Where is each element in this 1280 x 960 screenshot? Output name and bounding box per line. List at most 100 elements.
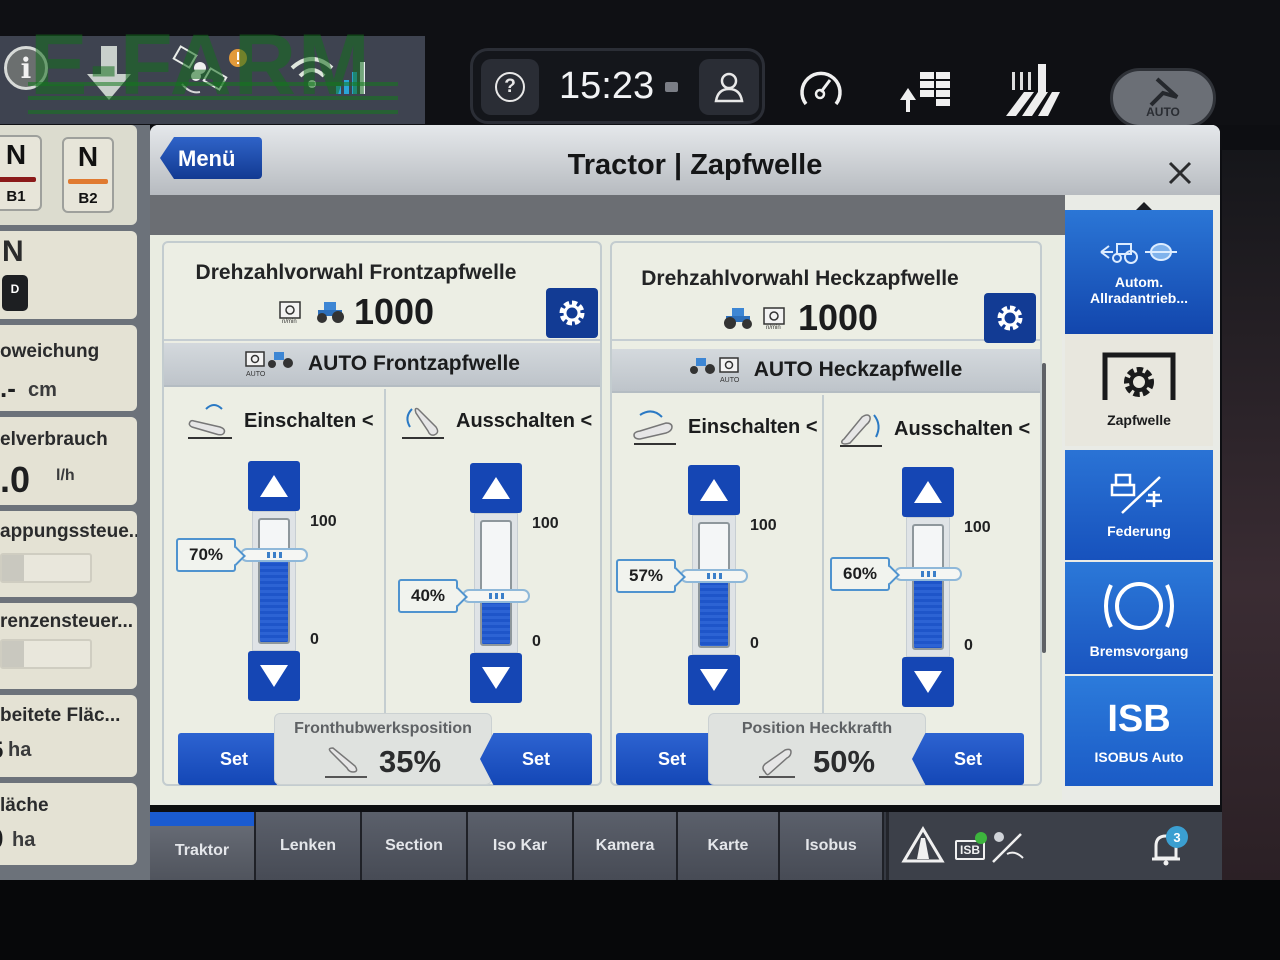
rear-auto-pto-header: AUTO AUTO Heckzapfwelle <box>612 349 1040 393</box>
front-rpm-settings-button[interactable] <box>546 288 598 338</box>
rear-set-right-button[interactable]: Set <box>912 733 1024 785</box>
slider-inner <box>698 522 730 648</box>
tab-section[interactable]: Section <box>362 812 468 880</box>
headland-sequence-icon[interactable] <box>898 70 954 112</box>
slider-track[interactable] <box>474 513 518 653</box>
valve-state: N <box>5 139 27 170</box>
slider-inner <box>480 520 512 646</box>
widget-area[interactable]: läche 0 ha <box>0 783 137 865</box>
widget-deviation[interactable]: oweichung .- cm <box>0 325 137 411</box>
front-disengage-header[interactable]: Ausschalten < <box>400 403 592 439</box>
front-disengage-slider[interactable]: 100 0 40% <box>398 463 559 703</box>
tab-kamera[interactable]: Kamera <box>574 812 678 880</box>
slider-track[interactable] <box>692 515 736 655</box>
road-warning-icon[interactable] <box>901 826 945 864</box>
arrow-down-icon <box>914 671 942 693</box>
auto-guidance-button[interactable]: AUTO <box>1110 68 1216 128</box>
speedometer-icon[interactable] <box>798 66 844 110</box>
window-header: Menü Tractor | Zapfwelle <box>150 125 1220 195</box>
front-engage-slider[interactable]: 100 0 70% <box>176 461 337 701</box>
tile-isobus-auto[interactable]: ISB ISOBUS Auto <box>1065 676 1213 786</box>
slider-decrease-button[interactable] <box>248 651 300 701</box>
rear-disengage-label: Ausschalten < <box>894 417 1031 440</box>
slider-thumb[interactable] <box>462 588 530 603</box>
slider-thumb[interactable] <box>894 567 962 582</box>
remote-valves-widget[interactable]: N B1 N B2 <box>0 125 137 225</box>
gear-icon <box>559 300 585 326</box>
hitch-raise-icon <box>402 407 444 439</box>
tab-lenken[interactable]: Lenken <box>256 812 362 880</box>
slider-inner <box>912 524 944 650</box>
arrow-down-icon <box>700 669 728 691</box>
front-pto-card: Drehzahlvorwahl Frontzapfwelle n/min 100… <box>162 241 602 786</box>
slider-decrease-button[interactable] <box>470 653 522 703</box>
pto-rpm-icon: n/min <box>279 301 301 324</box>
bottom-tab-bar: Traktor Lenken Section Iso Kar Kamera Ka… <box>150 812 1222 880</box>
slider-max-label: 100 <box>964 519 991 536</box>
cylinder-icon <box>0 177 36 182</box>
rear-disengage-header[interactable]: Ausschalten < <box>838 411 1030 447</box>
rear-disengage-slider[interactable]: 100 0 60% <box>830 467 991 707</box>
front-rpm-preselect: Drehzahlvorwahl Frontzapfwelle n/min 100… <box>164 243 600 341</box>
field-icon[interactable] <box>1004 62 1062 118</box>
rear-hitch-position-title: Position Heckkrafth <box>741 720 893 737</box>
front-engage-header[interactable]: Einschalten < <box>188 403 374 439</box>
rear-rpm-settings-button[interactable] <box>984 293 1036 343</box>
remote-valve-b1[interactable]: N B1 <box>0 135 42 211</box>
apps-grid-icon[interactable] <box>404 58 446 100</box>
slider-increase-button[interactable] <box>688 465 740 515</box>
front-rpm-title: Drehzahlvorwahl Frontzapfwelle <box>195 261 517 284</box>
tab-label: Iso Kar <box>492 837 548 854</box>
screen: i E-FARM ? 15:23 AUTO N B1 N B2 N D owei… <box>0 0 1280 960</box>
slider-value-badge: 70% <box>176 538 236 573</box>
camera-icon[interactable] <box>665 82 678 92</box>
tile-pto[interactable]: Zapfwelle <box>1065 334 1213 446</box>
tab-traktor[interactable]: Traktor <box>150 812 256 880</box>
widget-section-control[interactable]: appungssteue... <box>0 511 137 597</box>
slider-min-label: 0 <box>310 631 319 648</box>
hitch-arm-icon <box>324 747 367 778</box>
front-set-right-button[interactable]: Set <box>480 733 592 785</box>
download-icon[interactable] <box>84 44 134 102</box>
gear-icon <box>997 305 1023 331</box>
info-icon[interactable]: i <box>4 46 48 90</box>
close-button[interactable] <box>1162 155 1198 191</box>
tile-auto-4wd[interactable]: Autom. Allradantrieb... <box>1065 210 1213 334</box>
tab-isobus[interactable]: Isobus <box>780 812 884 880</box>
tile-label: Bremsvorgang <box>1089 643 1189 659</box>
widget-boundary-control[interactable]: renzensteuer... <box>0 603 137 689</box>
slider-increase-button[interactable] <box>470 463 522 513</box>
tile-braking[interactable]: Bremsvorgang <box>1065 562 1213 674</box>
slider-thumb[interactable] <box>680 569 748 584</box>
operator-presence-off-icon[interactable] <box>989 830 1025 864</box>
gps-satellite-warning-icon[interactable] <box>172 44 248 100</box>
widget-fuel-consumption[interactable]: elverbrauch .0 l/h <box>0 417 137 505</box>
transmission-widget[interactable]: N D <box>0 231 137 319</box>
rear-engage-header[interactable]: Einschalten < <box>632 409 818 445</box>
help-button[interactable]: ? <box>481 59 539 115</box>
rear-hitch-position: Position Heckkrafth 50% <box>708 713 926 785</box>
widget-value: .0 <box>0 459 31 500</box>
content-scrollbar[interactable] <box>1042 363 1046 653</box>
user-profile-button[interactable] <box>699 59 759 115</box>
tractor-icon <box>316 302 344 323</box>
slider-thumb[interactable] <box>240 548 308 563</box>
tile-suspension[interactable]: Federung <box>1065 450 1213 560</box>
tab-iso-kar[interactable]: Iso Kar <box>468 812 574 880</box>
rear-engage-slider[interactable]: 100 0 57% <box>616 465 777 705</box>
auto-pto-icon: AUTO <box>689 357 740 384</box>
remote-valve-b2[interactable]: N B2 <box>62 137 114 213</box>
slider-min-label: 0 <box>964 637 973 654</box>
slider-decrease-button[interactable] <box>902 657 954 707</box>
arrow-up-icon <box>700 479 728 501</box>
slider-track[interactable] <box>906 517 950 657</box>
tab-karte[interactable]: Karte <box>678 812 780 880</box>
slider-track[interactable] <box>252 511 296 651</box>
slider-decrease-button[interactable] <box>688 655 740 705</box>
widget-worked-area[interactable]: beitete Fläc... 5 ha <box>0 695 137 777</box>
photo-background-right <box>1222 150 1280 880</box>
column-divider <box>384 389 386 719</box>
widget-title: elverbrauch <box>0 429 108 450</box>
slider-increase-button[interactable] <box>248 461 300 511</box>
slider-increase-button[interactable] <box>902 467 954 517</box>
